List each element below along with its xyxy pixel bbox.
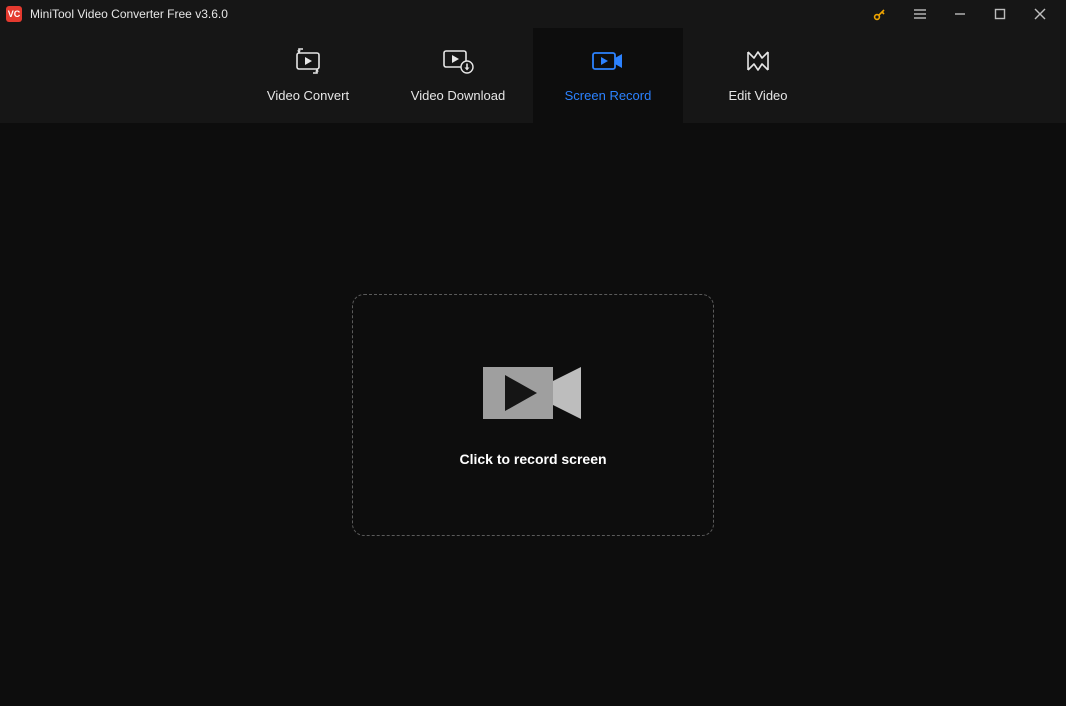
tab-label: Screen Record — [565, 88, 652, 103]
main-content: Click to record screen — [0, 123, 1066, 706]
tab-label: Video Download — [411, 88, 505, 103]
maximize-button[interactable] — [980, 0, 1020, 28]
video-download-icon — [442, 48, 474, 74]
tab-video-convert[interactable]: Video Convert — [233, 28, 383, 123]
video-convert-icon — [294, 48, 322, 74]
menu-button[interactable] — [900, 0, 940, 28]
app-logo-icon: VC — [6, 6, 22, 22]
camera-play-icon — [483, 363, 583, 423]
record-screen-button[interactable]: Click to record screen — [352, 294, 714, 536]
window-controls — [860, 0, 1060, 28]
tab-label: Video Convert — [267, 88, 349, 103]
minimize-button[interactable] — [940, 0, 980, 28]
main-tabs: Video Convert Video Download Screen Reco… — [0, 28, 1066, 123]
record-label: Click to record screen — [459, 451, 606, 467]
tab-edit-video[interactable]: Edit Video — [683, 28, 833, 123]
upgrade-key-button[interactable] — [860, 0, 900, 28]
screen-record-icon — [591, 48, 625, 74]
app-logo-text: VC — [8, 9, 21, 19]
app-title: MiniTool Video Converter Free v3.6.0 — [30, 7, 860, 21]
close-button[interactable] — [1020, 0, 1060, 28]
tab-screen-record[interactable]: Screen Record — [533, 28, 683, 123]
titlebar: VC MiniTool Video Converter Free v3.6.0 — [0, 0, 1066, 28]
edit-video-icon — [744, 48, 772, 74]
tab-video-download[interactable]: Video Download — [383, 28, 533, 123]
tab-label: Edit Video — [728, 88, 787, 103]
